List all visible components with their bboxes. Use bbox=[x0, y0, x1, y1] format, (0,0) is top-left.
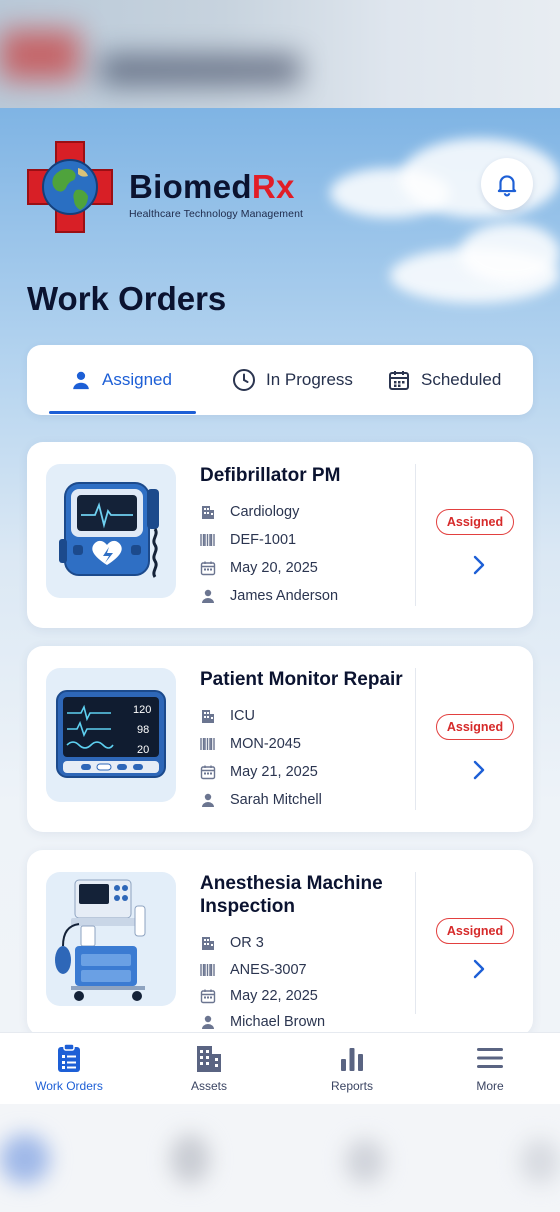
barcode-icon bbox=[200, 534, 215, 546]
card-divider bbox=[415, 872, 416, 1014]
work-order-card[interactable]: 120 98 20 Patient Monitor Repair ICU MON… bbox=[27, 646, 533, 832]
person-icon bbox=[202, 589, 214, 603]
status-badge: Assigned bbox=[436, 918, 514, 944]
building-icon bbox=[197, 1046, 221, 1072]
work-order-card[interactable]: Defibrillator PM Cardiology DEF-1001 May… bbox=[27, 442, 533, 628]
blur-shape bbox=[345, 1139, 385, 1184]
blur-shape bbox=[0, 1134, 50, 1184]
asset-id-label: ANES-3007 bbox=[230, 962, 307, 978]
user-icon bbox=[73, 371, 89, 390]
brand-logo bbox=[26, 140, 114, 234]
anesthesia-machine-image bbox=[46, 872, 176, 1006]
nav-assets[interactable]: Assets bbox=[149, 1033, 269, 1104]
monitor-value: 20 bbox=[137, 744, 149, 756]
nav-label: More bbox=[476, 1079, 504, 1093]
work-order-title: Anesthesia Machine Inspection bbox=[200, 873, 383, 917]
technician-label: Michael Brown bbox=[230, 1014, 326, 1030]
barcode-icon bbox=[200, 738, 215, 750]
monitor-value: 120 bbox=[133, 704, 151, 716]
work-order-title: Patient Monitor Repair bbox=[200, 669, 403, 690]
technician-row: James Anderson bbox=[200, 588, 338, 604]
status-tabs: Assigned In Progress Scheduled bbox=[27, 345, 533, 415]
card-divider bbox=[415, 464, 416, 606]
tab-assigned[interactable]: Assigned bbox=[70, 345, 172, 415]
bottom-navigation: Work Orders Assets Reports More bbox=[0, 1032, 560, 1104]
app-header: BiomedRx Healthcare Technology Managemen… bbox=[26, 140, 536, 236]
date-label: May 20, 2025 bbox=[230, 560, 318, 576]
person-icon bbox=[202, 1015, 214, 1029]
brand-name-accent: Rx bbox=[251, 168, 295, 205]
tab-label: In Progress bbox=[266, 370, 353, 389]
menu-icon bbox=[477, 1048, 503, 1068]
nav-more[interactable]: More bbox=[430, 1033, 550, 1104]
blurred-header-band bbox=[0, 0, 560, 108]
date-label: May 22, 2025 bbox=[230, 988, 318, 1004]
brand-text: BiomedRx Healthcare Technology Managemen… bbox=[129, 168, 303, 220]
calendar-icon bbox=[389, 371, 409, 390]
nav-reports[interactable]: Reports bbox=[292, 1033, 412, 1104]
asset-id-label: MON-2045 bbox=[230, 736, 301, 752]
defibrillator-image bbox=[46, 464, 176, 598]
clipboard-icon bbox=[58, 1043, 80, 1072]
chevron-right-icon[interactable] bbox=[471, 958, 487, 980]
monitor-value: 98 bbox=[137, 724, 149, 736]
technician-label: Sarah Mitchell bbox=[230, 792, 322, 808]
bell-icon bbox=[497, 175, 517, 197]
status-badge: Assigned bbox=[436, 714, 514, 740]
tab-label: Scheduled bbox=[421, 370, 502, 389]
page-title: Work Orders bbox=[27, 280, 227, 317]
work-order-card[interactable]: Anesthesia Machine Inspection OR 3 ANES-… bbox=[27, 850, 533, 1036]
calendar-icon bbox=[200, 989, 216, 1004]
building-icon bbox=[202, 710, 214, 723]
department-label: ICU bbox=[230, 708, 255, 724]
brand-tagline: Healthcare Technology Management bbox=[129, 208, 304, 220]
department-row: OR 3 bbox=[200, 935, 264, 951]
date-label: May 21, 2025 bbox=[230, 764, 318, 780]
nav-work-orders[interactable]: Work Orders bbox=[9, 1033, 129, 1104]
blurred-footer-band bbox=[0, 1104, 560, 1212]
bar-chart-icon bbox=[341, 1048, 363, 1071]
active-tab-indicator bbox=[49, 411, 196, 414]
calendar-icon bbox=[200, 561, 216, 576]
asset-id-label: DEF-1001 bbox=[230, 532, 297, 548]
card-divider bbox=[415, 668, 416, 810]
app-screen: BiomedRx Healthcare Technology Managemen… bbox=[0, 108, 560, 1104]
asset-id-row: DEF-1001 bbox=[200, 532, 296, 548]
asset-id-row: ANES-3007 bbox=[200, 962, 307, 978]
barcode-icon bbox=[200, 964, 215, 976]
date-row: May 20, 2025 bbox=[200, 560, 318, 576]
patient-monitor-image: 120 98 20 bbox=[46, 668, 176, 802]
chevron-right-icon[interactable] bbox=[471, 759, 487, 781]
technician-label: James Anderson bbox=[230, 588, 339, 604]
date-row: May 22, 2025 bbox=[200, 988, 318, 1004]
asset-id-row: MON-2045 bbox=[200, 736, 301, 752]
work-order-title: Defibrillator PM bbox=[200, 465, 341, 486]
brand-name: BiomedRx bbox=[129, 168, 303, 206]
brand-name-main: Biomed bbox=[129, 168, 252, 205]
blur-shape bbox=[170, 1134, 210, 1184]
tab-in-progress[interactable]: In Progress bbox=[232, 345, 353, 415]
building-icon bbox=[202, 937, 214, 950]
person-icon bbox=[202, 793, 214, 807]
clock-icon bbox=[233, 369, 255, 391]
department-row: Cardiology bbox=[200, 504, 299, 520]
nav-label: Assets bbox=[190, 1079, 227, 1093]
chevron-right-icon[interactable] bbox=[471, 554, 487, 576]
technician-row: Sarah Mitchell bbox=[200, 792, 322, 808]
nav-label: Work Orders bbox=[35, 1079, 103, 1093]
date-row: May 21, 2025 bbox=[200, 764, 318, 780]
department-label: Cardiology bbox=[230, 504, 300, 520]
notifications-button[interactable] bbox=[481, 158, 533, 210]
department-label: OR 3 bbox=[230, 935, 264, 951]
calendar-icon bbox=[200, 765, 216, 780]
blur-shape bbox=[520, 1139, 560, 1184]
tab-label: Assigned bbox=[102, 370, 172, 389]
department-row: ICU bbox=[200, 708, 255, 724]
status-badge: Assigned bbox=[436, 509, 514, 535]
nav-label: Reports bbox=[330, 1079, 374, 1093]
building-icon bbox=[202, 506, 214, 519]
tab-scheduled[interactable]: Scheduled bbox=[387, 345, 501, 415]
technician-row: Michael Brown bbox=[200, 1014, 325, 1030]
